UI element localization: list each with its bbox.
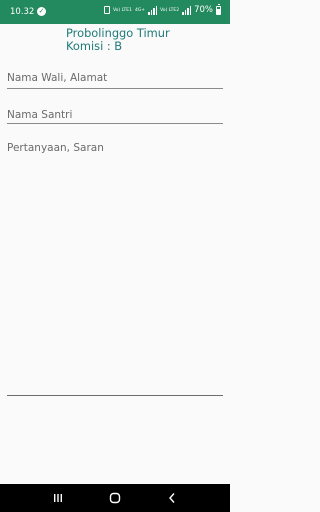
back-icon [168,493,175,503]
volte-icon: Vo) LTE1 [112,7,132,13]
4g-icon: 4G+ [134,7,146,13]
wali-name-input[interactable]: Nama Wali, Alamat [7,72,223,84]
signal-icon [182,5,192,15]
status-bar: 10.32 ✓ Vo) LTE1 4G+ Vo) LTE2 70% [0,0,230,24]
back-button[interactable] [160,486,184,510]
check-circle-icon: ✓ [37,7,46,16]
navigation-bar [0,484,230,512]
signal-icon [148,5,158,15]
question-textarea[interactable]: Pertanyaan, Saran [7,142,223,392]
home-icon [109,492,121,504]
status-icons: Vo) LTE1 4G+ Vo) LTE2 70% [103,3,221,15]
question-input-underline [7,395,223,396]
status-time: 10.32 [10,7,35,17]
recent-apps-button[interactable] [46,486,70,510]
wali-input-underline [7,88,223,89]
santri-input-underline [7,123,223,124]
recent-apps-icon [54,494,63,502]
page-title: Probolinggo Timur Komisi : B [66,27,170,53]
volte-icon: Vo) LTE2 [160,7,180,13]
home-button[interactable] [103,486,127,510]
lock-icon [103,6,110,14]
battery-percent: 70% [194,5,213,15]
santri-name-input[interactable]: Nama Santri [7,109,223,121]
title-commission: Komisi : B [66,39,123,53]
battery-icon [216,3,221,15]
